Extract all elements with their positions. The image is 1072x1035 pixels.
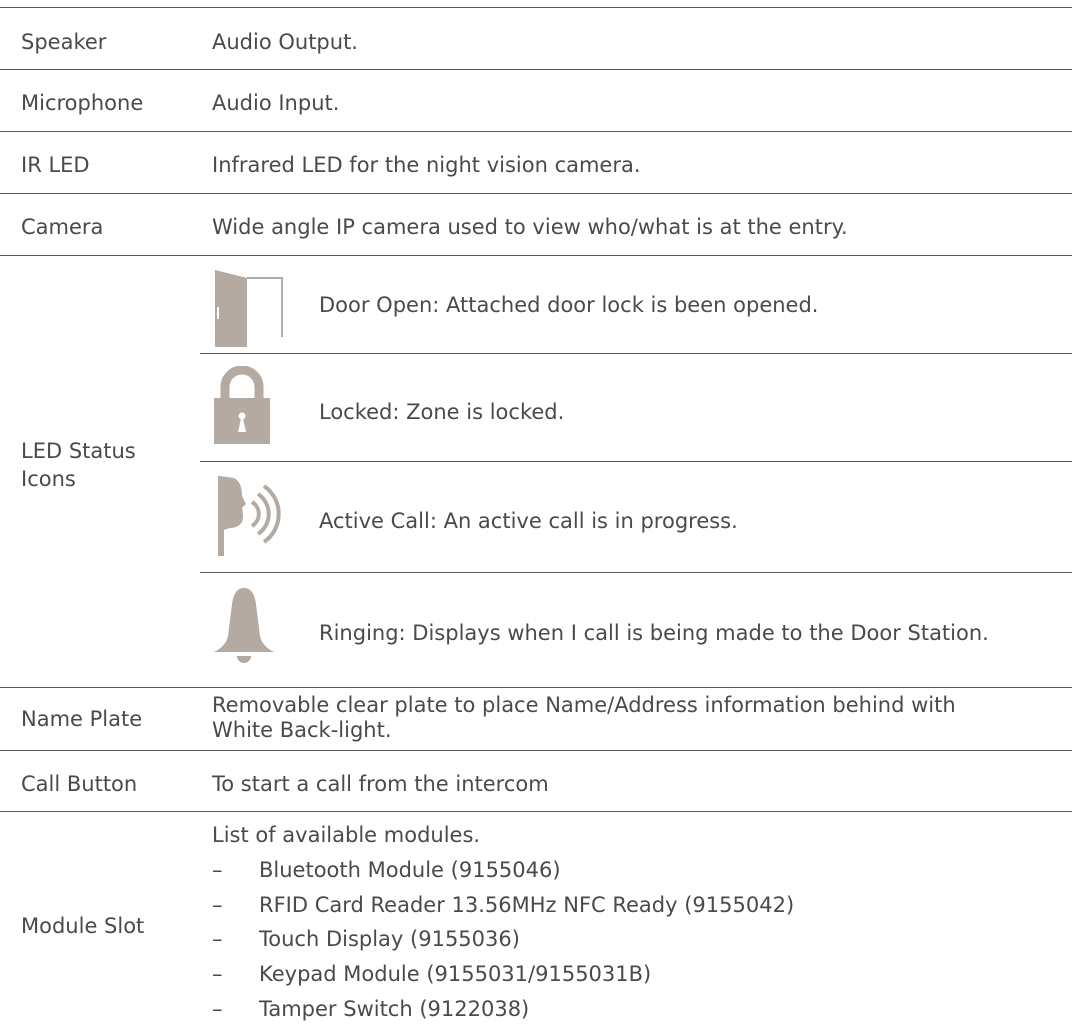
- bullet: –: [212, 997, 223, 1021]
- bullet: –: [212, 927, 223, 951]
- module-name: Bluetooth Module (9155046): [259, 858, 561, 882]
- module-name: Touch Display (9155036): [259, 927, 520, 951]
- row-label: Module Slot: [21, 914, 145, 938]
- module-name: Tamper Switch (9122038): [259, 997, 530, 1021]
- row-description: Infrared LED for the night vision camera…: [212, 153, 641, 177]
- row-label: IR LED: [21, 153, 90, 177]
- row-label: Microphone: [21, 91, 144, 115]
- led-status-label-line1: LED Status: [21, 439, 136, 463]
- led-locked-description: Locked: Zone is locked.: [319, 400, 565, 424]
- table-row: IR LED Infrared LED for the night vision…: [0, 131, 1072, 181]
- row-description: Wide angle IP camera used to view who/wh…: [212, 215, 848, 239]
- row-description-line1: Removable clear plate to place Name/Addr…: [212, 693, 956, 717]
- led-active-call-description: Active Call: An active call is in progre…: [319, 509, 738, 533]
- table-row: Speaker Audio Output.: [0, 7, 1072, 57]
- row-label: Camera: [21, 215, 104, 239]
- led-door-open-description: Door Open: Attached door lock is been op…: [319, 293, 819, 317]
- row-label: Name Plate: [21, 707, 143, 731]
- led-status-label-line2: Icons: [21, 467, 76, 491]
- led-status-row: LED Status Icons Door Open: Attached doo…: [0, 255, 1072, 688]
- module-list-intro: List of available modules.: [212, 823, 481, 847]
- row-label: Call Button: [21, 772, 138, 796]
- bell-icon: [212, 586, 276, 670]
- row-description: To start a call from the intercom: [212, 772, 549, 796]
- led-divider: [200, 572, 1072, 573]
- spec-table: Speaker Audio Output. Microphone Audio I…: [0, 0, 1072, 1034]
- led-ringing-description: Ringing: Displays when I call is being m…: [319, 621, 989, 645]
- bullet: –: [212, 893, 223, 917]
- bullet: –: [212, 962, 223, 986]
- table-row: Microphone Audio Input.: [0, 69, 1072, 119]
- row-description-line2: White Back-light.: [212, 718, 392, 742]
- bullet: –: [212, 858, 223, 882]
- row-description: Audio Input.: [212, 91, 340, 115]
- active-call-icon: [212, 474, 288, 558]
- row-label: Speaker: [21, 30, 107, 54]
- padlock-icon: [212, 366, 272, 446]
- module-name: RFID Card Reader 13.56MHz NFC Ready (915…: [259, 893, 795, 917]
- led-divider: [200, 353, 1072, 354]
- table-row: Name Plate Removable clear plate to plac…: [0, 687, 1072, 749]
- module-slot-row: Module Slot List of available modules. –…: [0, 811, 1072, 1035]
- door-open-icon: [212, 267, 286, 347]
- row-description: Audio Output.: [212, 30, 358, 54]
- module-name: Keypad Module (9155031/9155031B): [259, 962, 652, 986]
- table-row: Camera Wide angle IP camera used to view…: [0, 193, 1072, 243]
- led-divider: [200, 461, 1072, 462]
- table-row: Call Button To start a call from the int…: [0, 750, 1072, 800]
